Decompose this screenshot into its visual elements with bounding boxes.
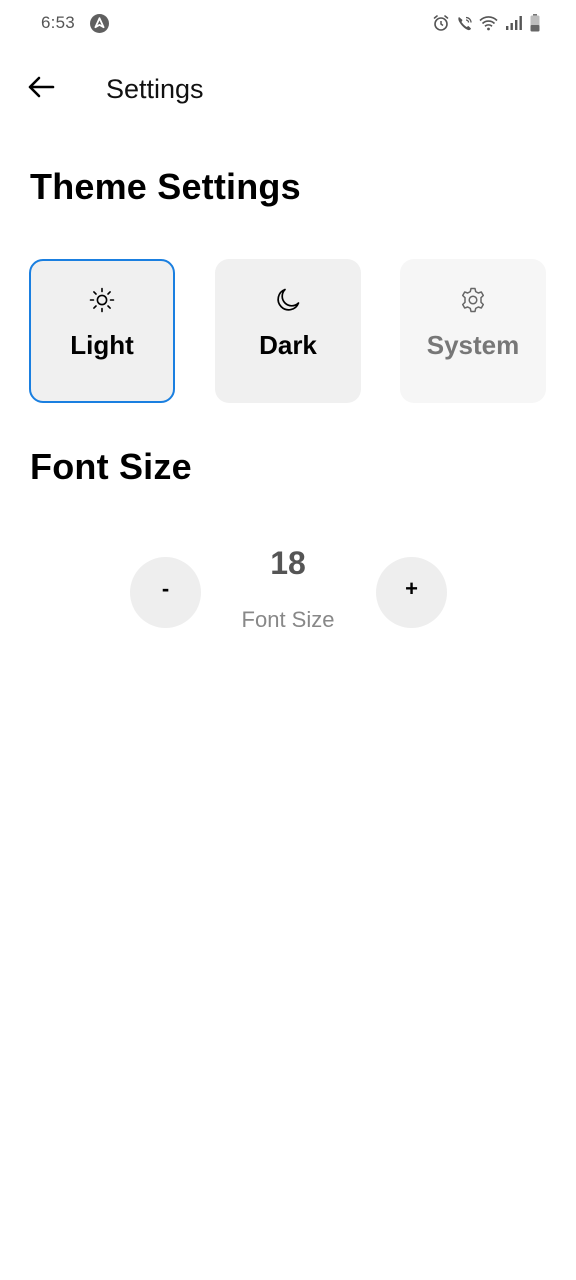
page-title: Settings: [106, 74, 204, 104]
app-header: Settings: [0, 58, 576, 120]
settings-screen: 6:53 Settings Theme Settings Light Dark …: [0, 0, 576, 1280]
font-size-title: Font Size: [30, 446, 192, 487]
font-size-caption: Font Size: [241, 607, 335, 632]
battery-icon: [530, 14, 540, 32]
moon-icon: [274, 286, 302, 314]
signal-icon: [504, 15, 524, 31]
theme-option-system[interactable]: System: [400, 259, 546, 403]
navigation-icon: [90, 14, 109, 33]
increase-font-label: +: [405, 575, 418, 601]
font-size-value: 18: [270, 545, 306, 581]
sun-icon: [88, 286, 116, 314]
back-button[interactable]: [20, 68, 62, 110]
gear-icon: [459, 286, 487, 314]
theme-option-label: System: [426, 330, 520, 360]
theme-option-label: Dark: [259, 330, 317, 360]
status-icons: [432, 12, 540, 34]
theme-settings-title: Theme Settings: [30, 166, 301, 207]
theme-option-label: Light: [70, 330, 134, 360]
decrease-font-button[interactable]: -: [130, 557, 201, 628]
wifi-calling-icon: [456, 15, 473, 32]
decrease-font-label: -: [161, 575, 170, 601]
status-time: 6:53: [41, 13, 75, 32]
arrow-left-icon: [27, 75, 55, 104]
wifi-icon: [479, 15, 498, 31]
increase-font-button[interactable]: +: [376, 557, 447, 628]
alarm-icon: [432, 14, 450, 32]
theme-option-dark[interactable]: Dark: [215, 259, 361, 403]
status-bar: 6:53: [0, 0, 576, 48]
theme-option-light[interactable]: Light: [29, 259, 175, 403]
